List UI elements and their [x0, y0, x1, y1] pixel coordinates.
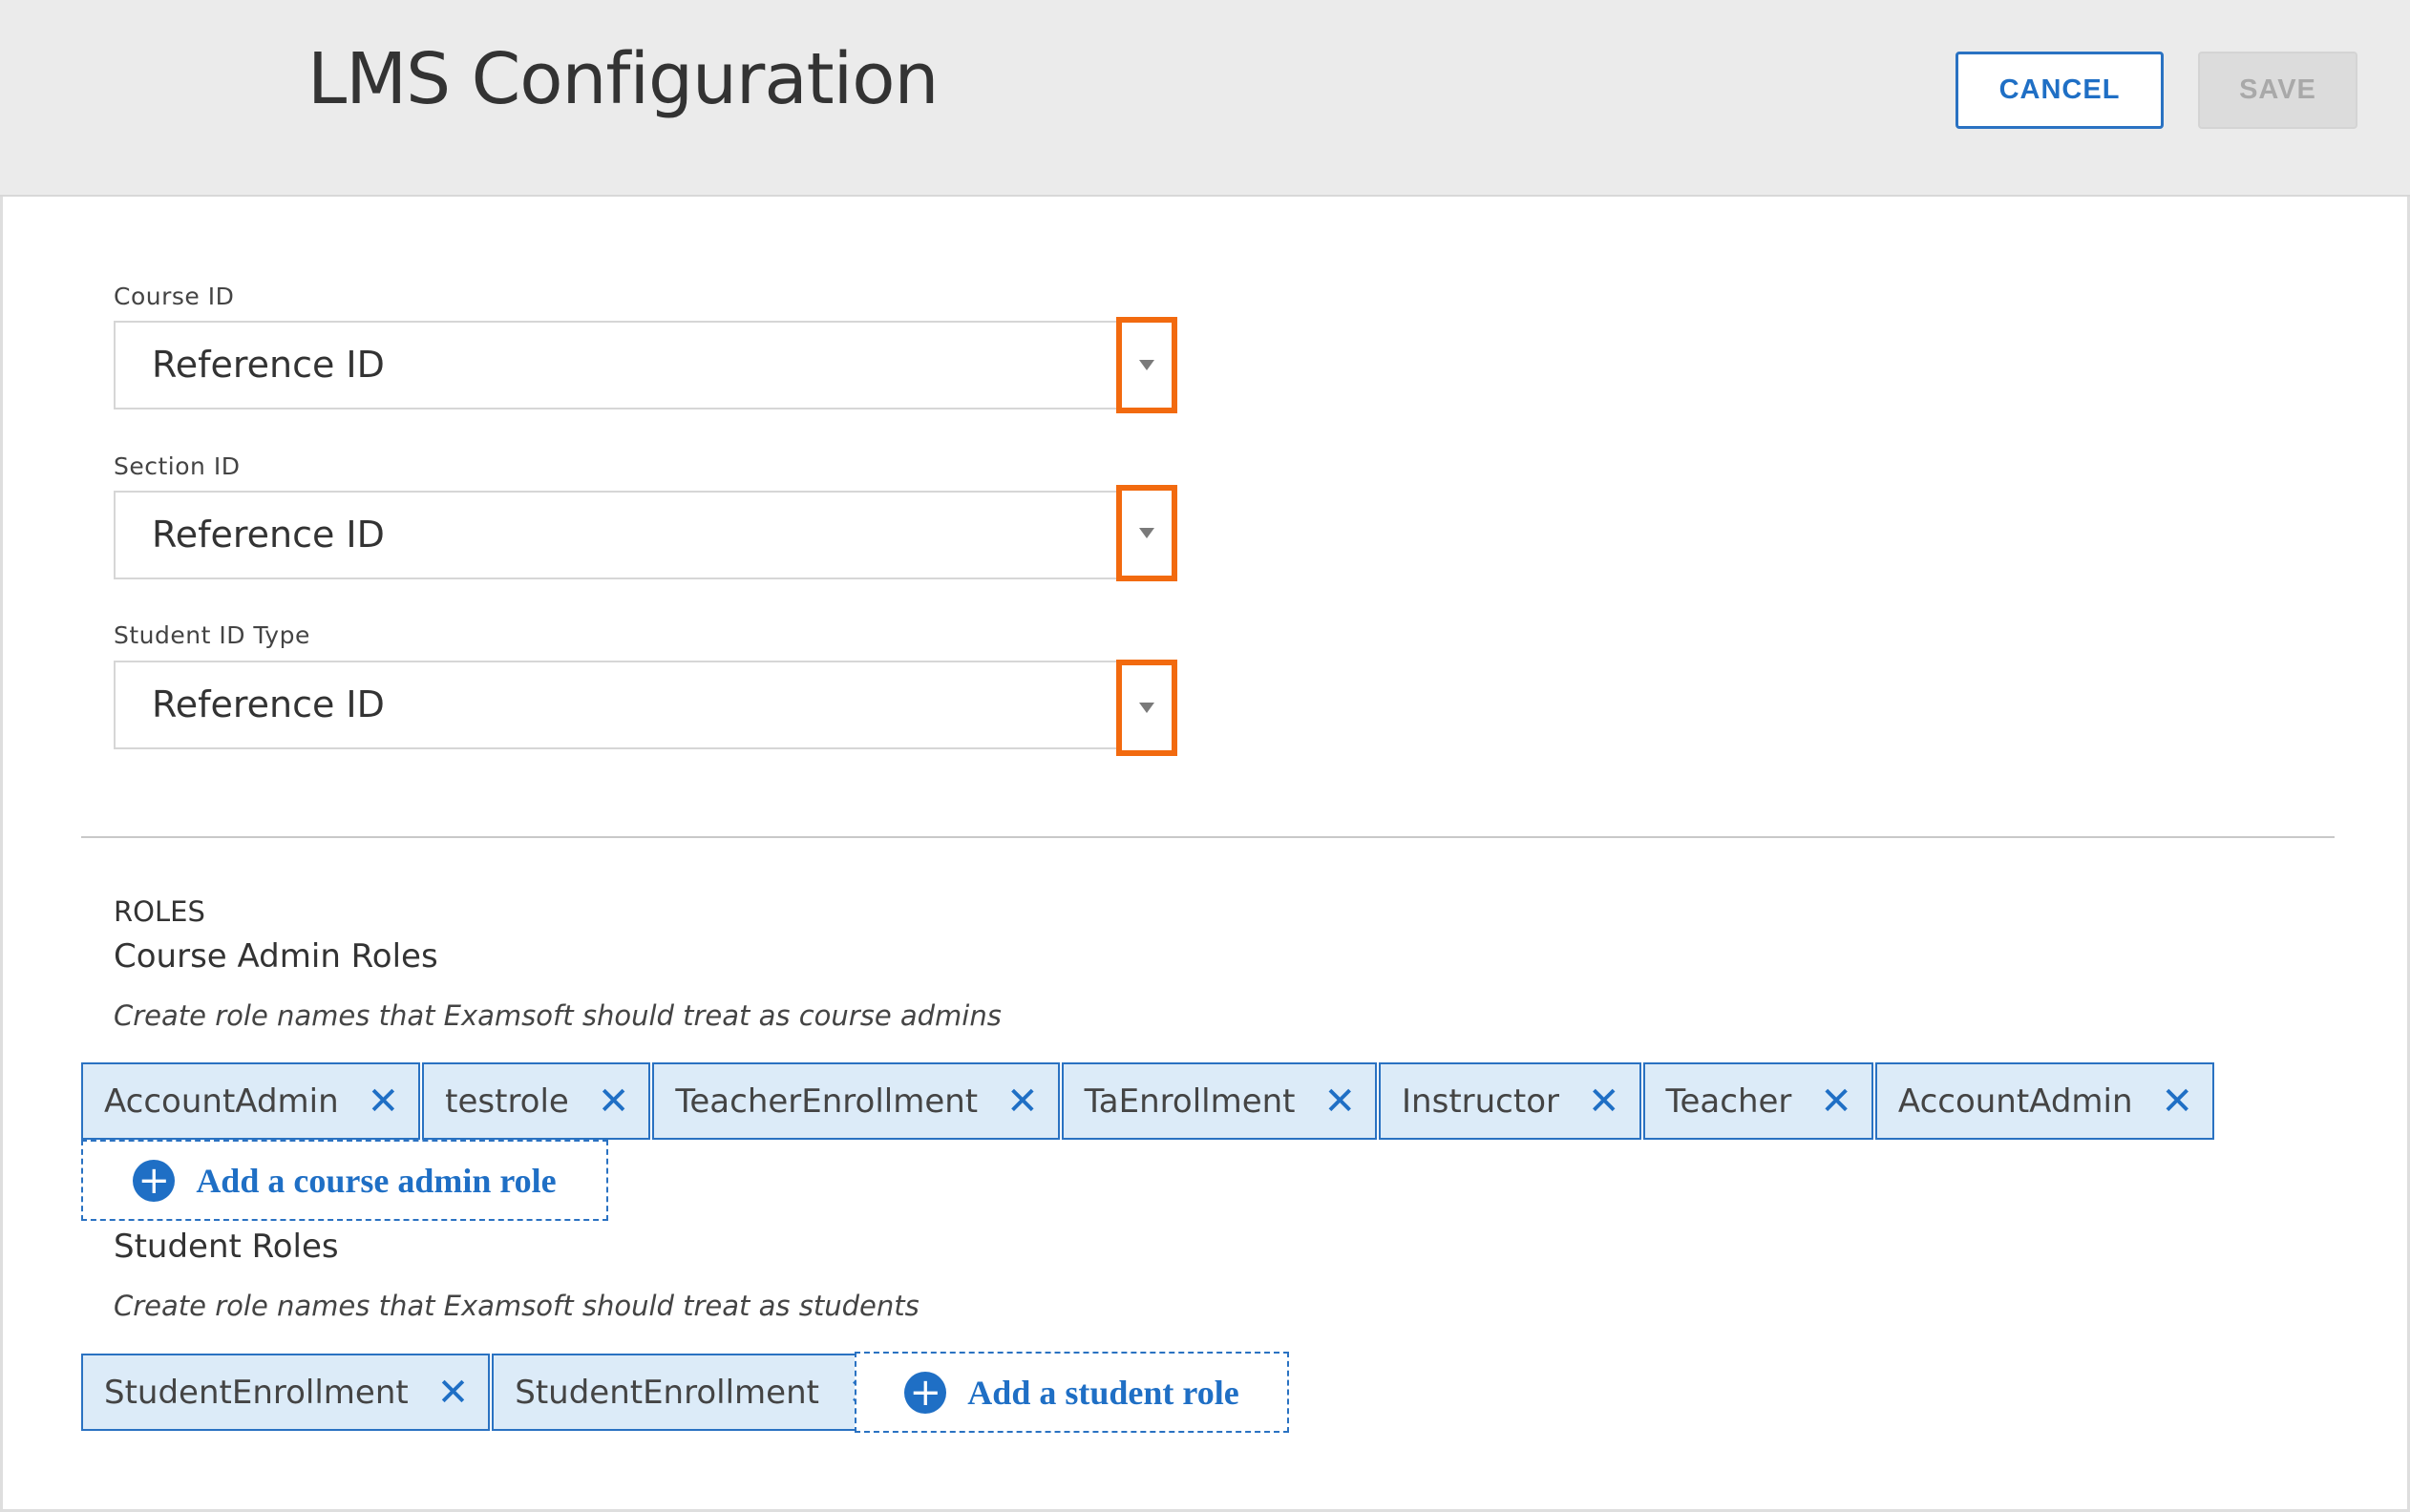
student-id-type-value: Reference ID — [152, 683, 385, 725]
role-tag: StudentEnrollment✕ — [492, 1354, 901, 1431]
student-id-type-select[interactable]: Reference ID — [114, 661, 1176, 749]
role-tag: testrole ✕ — [422, 1062, 651, 1140]
role-tag-label: Teacher — [1665, 1082, 1792, 1121]
close-icon[interactable]: ✕ — [1820, 1082, 1852, 1121]
close-icon[interactable]: ✕ — [437, 1374, 470, 1412]
section-id-dropdown-arrow[interactable] — [1116, 485, 1177, 581]
config-panel: Course ID Reference ID Section ID Refere… — [0, 197, 2410, 1512]
save-button[interactable]: SAVE — [2198, 52, 2357, 129]
section-id-select[interactable]: Reference ID — [114, 491, 1176, 579]
course-admin-roles-title: Course Admin Roles — [114, 937, 438, 976]
close-icon[interactable]: ✕ — [368, 1082, 400, 1121]
course-id-label: Course ID — [114, 283, 235, 310]
roles-heading: ROLES — [114, 895, 205, 928]
role-tag-label: Instructor — [1402, 1082, 1559, 1121]
plus-circle-icon: + — [133, 1159, 176, 1202]
role-tag-label: TeacherEnrollment — [675, 1082, 979, 1121]
section-id-value: Reference ID — [152, 514, 385, 556]
course-admin-role-tags: AccountAdmin ✕ testrole ✕ TeacherEnrollment ✕… — [81, 1062, 2216, 1140]
role-tag-label: testrole — [445, 1082, 569, 1121]
role-tag-label: AccountAdmin — [104, 1082, 339, 1121]
section-id-label: Section ID — [114, 452, 241, 480]
page-title: LMS Configuration — [307, 38, 939, 120]
role-tag: TaEnrollment ✕ — [1061, 1062, 1378, 1140]
role-tag: Instructor ✕ — [1379, 1062, 1641, 1140]
course-id-dropdown-arrow[interactable] — [1116, 317, 1177, 413]
close-icon[interactable]: ✕ — [2162, 1082, 2194, 1121]
close-icon[interactable]: ✕ — [1324, 1082, 1357, 1121]
role-tag: TeacherEnrollment ✕ — [652, 1062, 1060, 1140]
student-roles-description: Create role names that Examsoft should t… — [114, 1290, 920, 1322]
section-divider — [81, 836, 2335, 838]
role-tag: StudentEnrollment ✕ — [81, 1354, 491, 1431]
cancel-button[interactable]: CANCEL — [1955, 52, 2164, 129]
close-icon[interactable]: ✕ — [1006, 1082, 1039, 1121]
student-roles-title: Student Roles — [114, 1228, 339, 1266]
add-student-role-label: Add a student role — [967, 1373, 1239, 1412]
role-tag: Teacher ✕ — [1642, 1062, 1873, 1140]
student-role-tags: StudentEnrollment✕StudentEnrollment✕ — [81, 1354, 902, 1431]
role-tag-label: TaEnrollment — [1084, 1082, 1296, 1121]
page-header: LMS Configuration CANCEL SAVE — [0, 0, 2410, 197]
student-id-type-label: Student ID Type — [114, 621, 310, 649]
role-tag-label: AccountAdmin — [1897, 1082, 2133, 1121]
add-student-role-button[interactable]: + Add a student role — [855, 1352, 1289, 1433]
role-tag: AccountAdmin ✕ — [81, 1062, 421, 1140]
add-course-admin-role-button[interactable]: + Add a course admin role — [81, 1140, 608, 1221]
role-tag-label: StudentEnrollment — [515, 1373, 819, 1412]
add-course-admin-role-label: Add a course admin role — [196, 1161, 557, 1200]
role-tag-label: StudentEnrollment — [104, 1373, 409, 1412]
student-id-type-dropdown-arrow[interactable] — [1116, 660, 1177, 756]
close-icon[interactable]: ✕ — [1588, 1082, 1620, 1121]
close-icon[interactable]: ✕ — [598, 1082, 630, 1121]
caret-down-icon — [1139, 528, 1154, 538]
caret-down-icon — [1139, 703, 1154, 713]
course-id-value: Reference ID — [152, 344, 385, 386]
role-tag: AccountAdmin ✕ — [1874, 1062, 2215, 1140]
course-id-select[interactable]: Reference ID — [114, 321, 1176, 410]
course-admin-roles-description: Create role names that Examsoft should t… — [114, 999, 1002, 1032]
caret-down-icon — [1139, 360, 1154, 370]
plus-circle-icon: + — [904, 1371, 947, 1414]
